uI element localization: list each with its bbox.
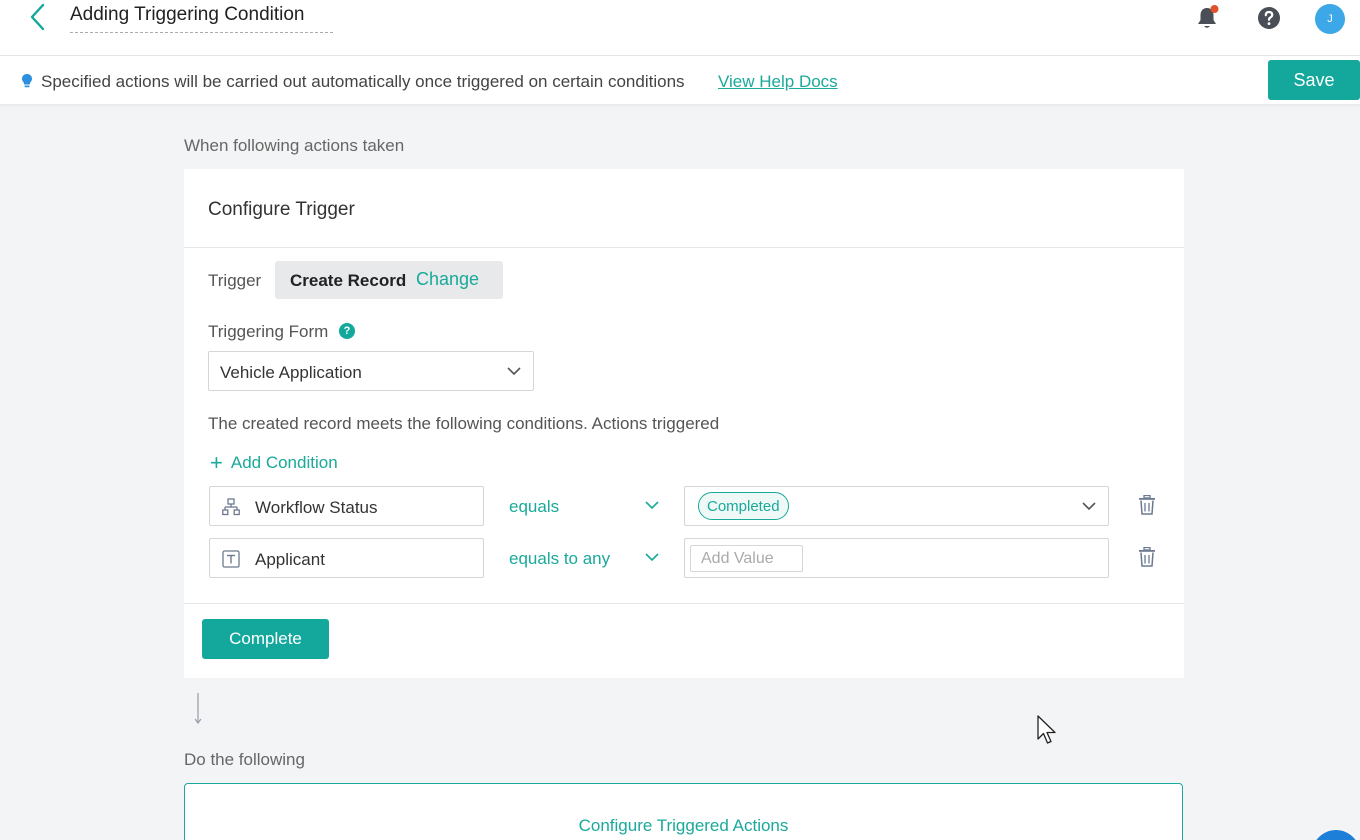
delete-condition-icon[interactable] <box>1138 495 1156 515</box>
notifications-button[interactable] <box>1192 3 1222 33</box>
trigger-value: Create Record <box>290 271 407 290</box>
notification-dot <box>1210 5 1219 13</box>
condition-field-applicant[interactable]: Applicant <box>209 538 484 578</box>
condition-operator-select[interactable]: equals to any <box>509 538 664 578</box>
page-title[interactable]: Adding Triggering Condition <box>70 4 333 33</box>
condition-field-name: Applicant <box>255 550 325 569</box>
text-field-icon <box>222 550 240 568</box>
add-condition-button[interactable]: + Add Condition <box>210 450 338 475</box>
help-button[interactable] <box>1254 3 1284 33</box>
workflow-icon <box>222 498 240 516</box>
configure-actions-card[interactable]: Configure Triggered Actions <box>184 783 1183 840</box>
lightbulb-icon <box>22 74 32 88</box>
delete-condition-icon[interactable] <box>1138 547 1156 567</box>
help-tooltip-icon[interactable]: ? <box>339 323 355 339</box>
triggering-form-label: Triggering Form <box>208 322 329 341</box>
card-title: Configure Trigger <box>184 169 1184 248</box>
triggering-form-value: Vehicle Application <box>220 363 362 382</box>
mouse-cursor-icon <box>1037 715 1056 744</box>
condition-operator: equals to any <box>509 549 611 568</box>
chevron-left-icon <box>30 3 45 31</box>
change-trigger-button[interactable]: Change <box>416 269 479 290</box>
add-value-input[interactable] <box>690 545 803 572</box>
plus-icon: + <box>210 450 223 475</box>
chevron-down-icon <box>645 501 659 510</box>
top-bar: Adding Triggering Condition J <box>0 0 1360 56</box>
status-tag: Completed <box>698 492 789 520</box>
chat-support-button[interactable] <box>1312 830 1360 840</box>
conditions-description: The created record meets the following c… <box>208 414 720 433</box>
save-button[interactable]: Save <box>1268 60 1360 100</box>
triggering-form-select[interactable]: Vehicle Application <box>208 351 534 391</box>
back-button[interactable] <box>24 2 50 32</box>
configure-actions-label: Configure Triggered Actions <box>578 816 789 835</box>
condition-field-name: Workflow Status <box>255 498 378 517</box>
trigger-label: Trigger <box>208 271 262 290</box>
condition-operator: equals <box>509 497 560 516</box>
configure-trigger-card: Configure Trigger Trigger Create Record … <box>184 169 1184 678</box>
arrow-down-icon <box>194 693 202 725</box>
add-condition-label: Add Condition <box>230 453 338 472</box>
info-bar: Specified actions will be carried out au… <box>0 56 1360 105</box>
condition-field-workflow-status[interactable]: Workflow Status <box>209 486 484 526</box>
actions-section-label: Do the following <box>184 750 305 769</box>
card-footer: Complete <box>184 603 1184 678</box>
question-circle-icon <box>1258 7 1280 29</box>
trigger-pill: Create Record Change <box>275 261 503 299</box>
bell-icon <box>1198 5 1219 28</box>
user-avatar[interactable]: J <box>1315 4 1345 34</box>
trigger-section-label: When following actions taken <box>184 136 405 155</box>
condition-operator-select[interactable]: equals <box>509 486 664 526</box>
condition-value-box[interactable] <box>684 538 1109 578</box>
condition-value-select[interactable]: Completed <box>684 486 1109 526</box>
chevron-down-icon <box>507 367 521 376</box>
complete-button[interactable]: Complete <box>202 619 329 659</box>
chevron-down-icon <box>645 553 659 562</box>
view-help-docs-link[interactable]: View Help Docs <box>718 72 838 92</box>
info-message: Specified actions will be carried out au… <box>41 72 685 91</box>
chevron-down-icon <box>1082 502 1096 511</box>
